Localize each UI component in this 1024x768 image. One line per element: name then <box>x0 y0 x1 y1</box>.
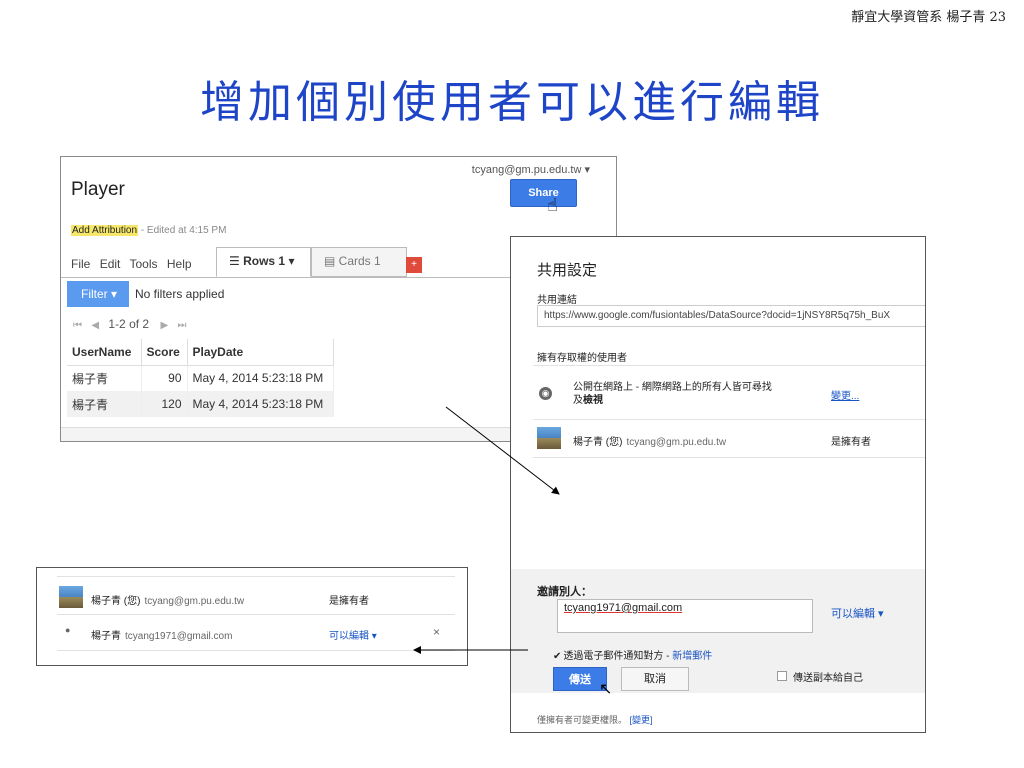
cell-playdate: May 4, 2014 5:23:18 PM <box>187 365 334 391</box>
divider <box>57 650 455 651</box>
notify-text: 透過電子郵件通知對方 - <box>563 651 673 662</box>
pager: ⏮ ◀ 1-2 of 2 ▶ ⏭ <box>73 317 192 331</box>
share-settings-dialog: 共用設定 共用連結 https://www.google.com/fusiont… <box>510 236 926 733</box>
invite-input[interactable]: tcyang1971@gmail.com <box>557 599 813 633</box>
slide-title: 增加個別使用者可以進行編輯 <box>200 77 824 128</box>
notify-row: ✔ 透過電子郵件通知對方 - 新增郵件 <box>553 647 712 662</box>
owner-entry: 楊子青 (您) tcyang@gm.pu.edu.tw <box>91 592 244 607</box>
menu-edit[interactable]: Edit <box>100 257 121 271</box>
owner-role: 是擁有者 <box>329 596 369 607</box>
invite-label: 邀請別人： <box>537 586 592 598</box>
share-button[interactable]: Share <box>510 179 577 207</box>
notify-checkbox[interactable]: ✔ <box>553 651 561 662</box>
data-table: UserName Score PlayDate 楊子青 90 May 4, 20… <box>67 339 334 417</box>
attribution-row: Add Attribution - Edited at 4:15 PM <box>71 225 226 236</box>
owner-role: 是擁有者 <box>831 437 871 448</box>
editor-permission-dropdown[interactable]: 可以編輯 ▾ <box>329 627 377 642</box>
table-title: Player <box>71 179 125 200</box>
new-mail-link[interactable]: 新增郵件 <box>672 651 712 662</box>
send-copy-label: 傳送副本給自己 <box>793 673 863 684</box>
dialog-footer: 僅擁有者可變更權限。 [變更] <box>537 713 653 726</box>
last-page-icon[interactable]: ⏭ <box>177 320 186 331</box>
table-row[interactable]: 楊子青 120 May 4, 2014 5:23:18 PM <box>67 391 334 417</box>
public-visibility-text: 公開在網路上 - 網際網路上的所有人皆可尋找 及檢視 <box>573 381 813 407</box>
owner-entry: 楊子青 (您) tcyang@gm.pu.edu.tw <box>573 433 726 448</box>
access-label: 擁有存取權的使用者 <box>537 353 627 364</box>
share-link-label: 共用連結 <box>537 295 577 306</box>
dialog-title: 共用設定 <box>537 262 598 279</box>
hand-cursor-icon: ☝ <box>547 195 558 215</box>
slide-header: 靜宜大學資管系 楊子青 23 <box>851 10 1006 25</box>
divider <box>533 457 925 458</box>
person-icon: ● <box>65 625 71 635</box>
filter-button[interactable]: Filter ▾ <box>67 281 129 307</box>
account-menu[interactable]: tcyang@gm.pu.edu.tw ▾ <box>472 163 590 176</box>
globe-icon: ◉ <box>539 387 552 400</box>
divider <box>57 576 455 577</box>
share-link-field[interactable]: https://www.google.com/fusiontables/Data… <box>537 305 925 327</box>
add-tab-button[interactable]: + <box>406 257 422 273</box>
avatar <box>59 586 83 608</box>
arrow-cursor-icon: ↖ <box>599 681 613 698</box>
user-access-panel: 楊子青 (您) tcyang@gm.pu.edu.tw 是擁有者 ● 楊子青 tcy… <box>36 567 468 666</box>
divider <box>533 365 925 366</box>
editor-email: tcyang1971@gmail.com <box>125 631 233 642</box>
first-page-icon[interactable]: ⏮ <box>73 320 82 331</box>
remove-user-icon[interactable]: × <box>433 625 440 639</box>
cancel-button[interactable]: 取消 <box>621 667 689 691</box>
column-header[interactable]: UserName <box>67 339 142 366</box>
divider <box>533 419 925 420</box>
avatar <box>537 427 561 449</box>
public-text-bold: 檢視 <box>583 395 603 406</box>
invite-section: 邀請別人： tcyang1971@gmail.com 可以編輯 ▾ ✔ 透過電子郵… <box>511 569 925 698</box>
owner-email: tcyang@gm.pu.edu.tw <box>626 437 727 448</box>
send-copy-checkbox[interactable] <box>777 671 787 681</box>
tab-rows[interactable]: ☰ Rows 1 ▾ <box>216 247 311 277</box>
cell-playdate: May 4, 2014 5:23:18 PM <box>187 391 334 417</box>
public-text-prefix: 及 <box>573 395 583 406</box>
tab-cards[interactable]: ▤ Cards 1 <box>311 247 407 277</box>
invite-value: tcyang1971@gmail.com <box>564 602 683 614</box>
editor-entry: 楊子青 tcyang1971@gmail.com <box>91 627 232 642</box>
pager-text: 1-2 of 2 <box>108 317 150 331</box>
menu-bar: File Edit Tools Help <box>71 257 198 271</box>
owner-name: 楊子青 (您) <box>573 437 623 448</box>
prev-page-icon[interactable]: ◀ <box>91 320 99 331</box>
footer-text: 僅擁有者可變更權限。 <box>537 715 628 725</box>
permission-dropdown[interactable]: 可以編輯 ▾ <box>831 605 884 621</box>
footer-change-link[interactable]: [變更] <box>630 715 653 725</box>
cell-username: 楊子青 <box>67 391 142 417</box>
edited-text: - Edited at 4:15 PM <box>140 225 227 236</box>
add-attribution-link[interactable]: Add Attribution <box>71 225 139 236</box>
cell-score: 90 <box>141 365 188 391</box>
menu-file[interactable]: File <box>71 257 90 271</box>
public-text-line2: 及檢視 <box>573 394 813 407</box>
change-visibility-link[interactable]: 變更... <box>831 387 859 402</box>
owner-email: tcyang@gm.pu.edu.tw <box>144 596 245 607</box>
cell-username: 楊子青 <box>67 365 142 391</box>
filter-status: No filters applied <box>135 287 225 301</box>
table-row[interactable]: 楊子青 90 May 4, 2014 5:23:18 PM <box>67 365 334 391</box>
menu-tools[interactable]: Tools <box>130 257 158 271</box>
editor-name: 楊子青 <box>91 631 121 642</box>
owner-name: 楊子青 (您) <box>91 596 141 607</box>
column-header[interactable]: PlayDate <box>187 339 334 366</box>
cell-score: 120 <box>141 391 188 417</box>
public-text-line1: 公開在網路上 - 網際網路上的所有人皆可尋找 <box>573 382 772 393</box>
divider <box>57 614 455 615</box>
next-page-icon[interactable]: ▶ <box>160 320 168 331</box>
menu-help[interactable]: Help <box>167 257 192 271</box>
column-header[interactable]: Score <box>141 339 188 366</box>
